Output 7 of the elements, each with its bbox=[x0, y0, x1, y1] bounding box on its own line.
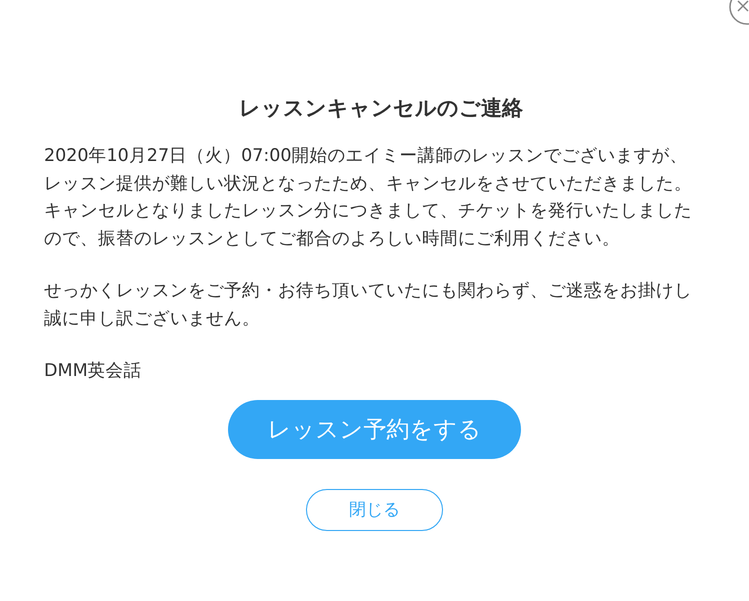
message-paragraph: せっかくレッスンをご予約・お待ち頂いていたにも関わらず、ご迷惑をお掛けし 誠に申し訳ございません。 bbox=[44, 280, 693, 330]
message-paragraph: 2020年10月27日（火）07:00開始のエイミー講師のレッスンでございますが、 レッスン提供が難しい状況となったため、キャンセルをさせていただきました。 キャンセルとなりましたレッスン分につきまして、チケットを発行いたしました ので、振替のレッスンとしてご都合のよろしい時間にご利用ください。 bbox=[44, 145, 693, 250]
signature-text: DMM英会話 bbox=[44, 360, 143, 383]
close-icon[interactable] bbox=[728, 0, 749, 26]
book-lesson-button[interactable]: レッスン予約をする bbox=[228, 400, 521, 458]
dialog-title: レッスンキャンセルのご連絡 bbox=[238, 95, 524, 122]
close-button[interactable]: 閉じる bbox=[306, 488, 443, 530]
